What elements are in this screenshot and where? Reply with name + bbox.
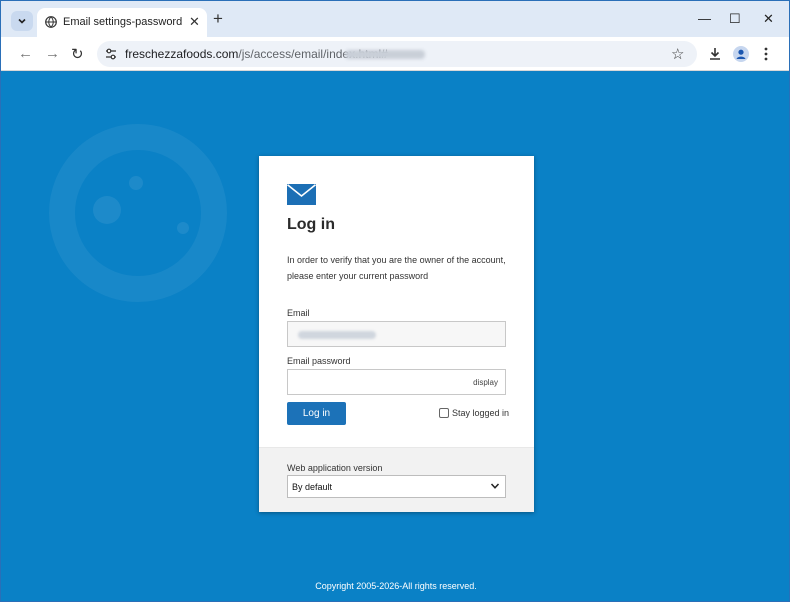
address-bar[interactable]: freschezzafoods.com/js/access/email/inde… <box>97 41 697 67</box>
version-label: Web application version <box>287 463 383 473</box>
password-field[interactable]: display <box>287 369 506 395</box>
email-redacted <box>298 331 376 339</box>
watermark-magnifier <box>49 124 227 302</box>
email-label: Email <box>287 308 310 318</box>
password-label: Email password <box>287 356 351 366</box>
display-password-toggle[interactable]: display <box>473 378 498 387</box>
tab-title: Email settings-password mainte <box>63 16 183 28</box>
forward-button[interactable]: → <box>45 45 60 62</box>
version-select[interactable]: By default <box>287 475 506 498</box>
version-selected-value: By default <box>292 482 333 492</box>
close-tab-icon[interactable]: ✕ <box>189 14 200 30</box>
site-settings-icon[interactable] <box>105 48 117 60</box>
card-footer: Web application version By default <box>259 447 534 512</box>
back-button[interactable]: ← <box>18 45 33 62</box>
copyright-text: Copyright 2005-2026-All rights reserved. <box>315 581 477 591</box>
chevron-down-icon <box>490 483 500 489</box>
reload-button[interactable]: ↻ <box>71 45 84 63</box>
login-button[interactable]: Log in <box>287 402 346 425</box>
tab-search-button[interactable] <box>11 11 33 31</box>
login-card: Log in In order to verify that you are t… <box>259 156 534 512</box>
stay-logged-in-label: Stay logged in <box>452 408 510 418</box>
stay-logged-in[interactable]: Stay logged in <box>439 408 509 418</box>
bookmark-star-icon[interactable]: ☆ <box>671 45 684 63</box>
login-title: Log in <box>287 216 335 233</box>
envelope-icon <box>287 184 316 205</box>
browser-toolbar: ← → ↻ freschezzafoods.com/js/access/emai… <box>1 37 789 71</box>
close-window-button[interactable]: ✕ <box>763 11 774 27</box>
watermark-dot <box>93 196 121 224</box>
minimize-button[interactable]: — <box>698 11 711 26</box>
tab-strip: Email settings-password mainte ✕ + — ☐ ✕ <box>1 1 789 37</box>
download-icon[interactable] <box>707 46 723 62</box>
page-content: Log in In order to verify that you are t… <box>1 72 789 601</box>
stay-logged-in-checkbox[interactable] <box>439 408 449 418</box>
chevron-down-icon <box>18 18 26 24</box>
watermark-dot <box>129 176 143 190</box>
url-redacted <box>345 50 425 59</box>
tab-active[interactable]: Email settings-password mainte ✕ <box>37 8 207 37</box>
maximize-button[interactable]: ☐ <box>729 11 741 27</box>
login-description: In order to verify that you are the owne… <box>287 255 506 281</box>
watermark-dot <box>177 222 189 234</box>
profile-avatar-icon[interactable] <box>733 46 749 62</box>
browser-window: Email settings-password mainte ✕ + — ☐ ✕… <box>0 0 790 602</box>
globe-icon <box>45 16 57 28</box>
new-tab-button[interactable]: + <box>213 9 223 29</box>
more-menu-icon[interactable] <box>763 46 769 62</box>
email-field[interactable] <box>287 321 506 347</box>
